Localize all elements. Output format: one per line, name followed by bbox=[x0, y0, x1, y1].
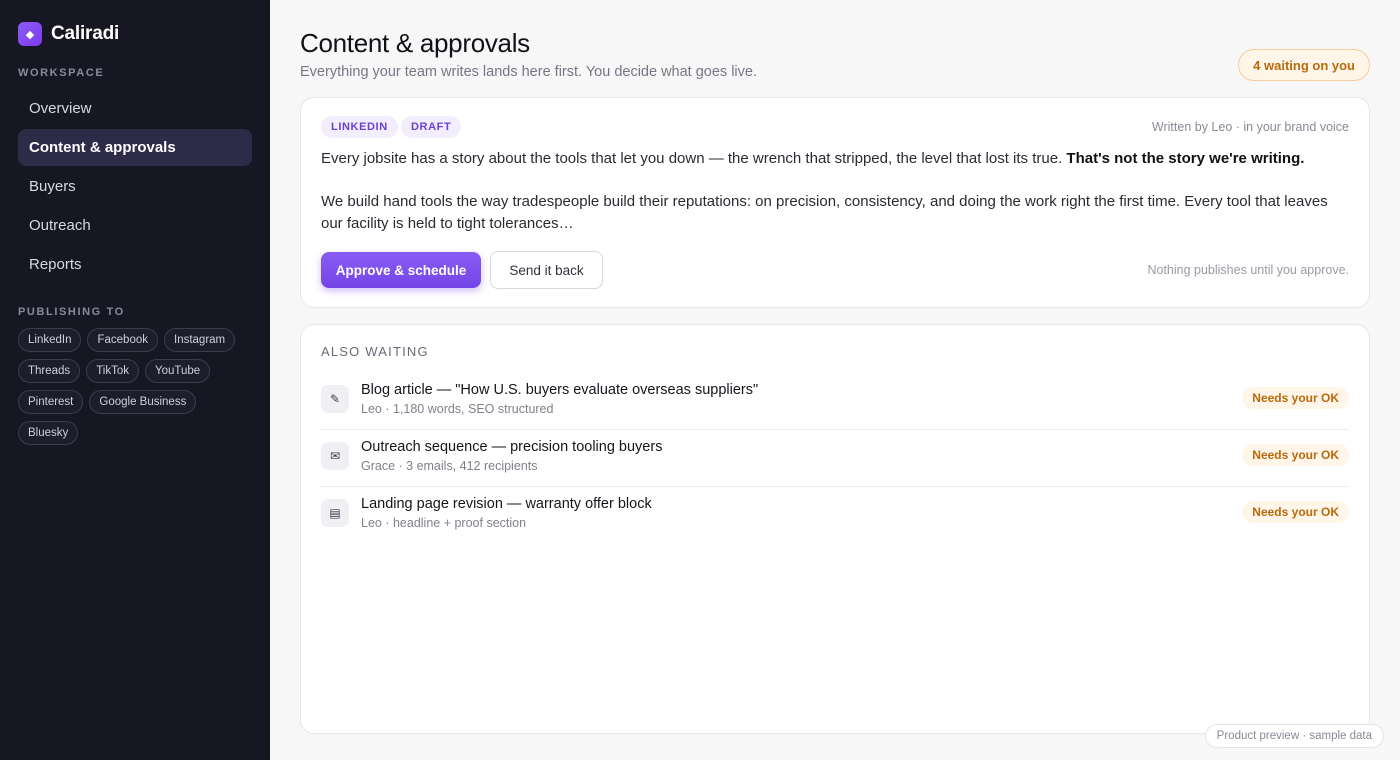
channel-chip-pinterest[interactable]: Pinterest bbox=[18, 390, 84, 414]
sidebar-nav: Overview Content & approvals Buyers Outr… bbox=[18, 90, 252, 285]
app-name: Caliradi bbox=[51, 23, 120, 44]
brand[interactable]: ◆ Caliradi bbox=[18, 22, 119, 46]
status-badge: Needs your OK bbox=[1242, 501, 1349, 523]
item-title: Landing page revision — warranty offer b… bbox=[361, 496, 652, 512]
sidebar: ◆ Caliradi WORKSPACE Overview Content & … bbox=[0, 0, 270, 760]
list-item[interactable]: ✉ Outreach sequence — precision tooling … bbox=[321, 430, 1349, 487]
item-meta: Leo · 1,180 words, SEO structured bbox=[361, 402, 554, 416]
approval-note: Nothing publishes until you approve. bbox=[1147, 263, 1349, 277]
item-meta: Leo · headline + proof section bbox=[361, 516, 527, 530]
channel-chip-youtube[interactable]: YouTube bbox=[145, 359, 211, 383]
page-subtitle: Everything your team writes lands here f… bbox=[300, 64, 757, 80]
channel-chip-instagram[interactable]: Instagram bbox=[164, 328, 236, 352]
preview-badge: Product preview · sample data bbox=[1204, 724, 1384, 748]
pencil-icon: ✎ bbox=[321, 385, 349, 413]
status-badge: Needs your OK bbox=[1242, 444, 1349, 466]
channel-chip-bluesky[interactable]: Bluesky bbox=[18, 421, 79, 445]
channel-tag: LINKEDIN bbox=[321, 116, 398, 138]
list-item[interactable]: ✎ Blog article — "How U.S. buyers evalua… bbox=[321, 373, 1349, 430]
list-item[interactable]: ▤ Landing page revision — warranty offer… bbox=[321, 487, 1349, 544]
post-body: Every jobsite has a story about the tool… bbox=[321, 148, 1341, 256]
channel-chip-facebook[interactable]: Facebook bbox=[87, 328, 158, 352]
post-paragraph-2: We build hand tools the way tradespeople… bbox=[321, 193, 1328, 232]
envelope-icon: ✉ bbox=[321, 442, 349, 470]
channel-chip-google-business[interactable]: Google Business bbox=[89, 390, 197, 414]
main-post-card: LINKEDIN DRAFT Written by Leo · in your … bbox=[300, 97, 1370, 308]
sidebar-item-buyers[interactable]: Buyers bbox=[18, 168, 252, 205]
workspace-label: WORKSPACE bbox=[18, 67, 105, 79]
page-title: Content & approvals bbox=[300, 28, 530, 58]
sidebar-item-reports[interactable]: Reports bbox=[18, 246, 252, 283]
channel-list: LinkedIn Facebook Instagram Threads TikT… bbox=[18, 328, 252, 445]
sidebar-item-overview[interactable]: Overview bbox=[18, 90, 252, 127]
waiting-list: ✎ Blog article — "How U.S. buyers evalua… bbox=[321, 373, 1349, 544]
sidebar-item-content-approvals[interactable]: Content & approvals bbox=[18, 129, 252, 166]
also-waiting-card: ALSO WAITING ✎ Blog article — "How U.S. … bbox=[300, 324, 1370, 734]
channel-chip-linkedin[interactable]: LinkedIn bbox=[18, 328, 82, 352]
logo-icon: ◆ bbox=[18, 22, 42, 46]
status-badge: Needs your OK bbox=[1242, 387, 1349, 409]
send-back-button[interactable]: Send it back bbox=[490, 251, 603, 289]
publishing-label: PUBLISHING TO bbox=[18, 306, 125, 318]
item-title: Blog article — "How U.S. buyers evaluate… bbox=[361, 382, 759, 398]
author-line: Written by Leo · in your brand voice bbox=[1151, 120, 1349, 134]
post-paragraph-1-bold: That's not the story we're writing. bbox=[1066, 150, 1305, 167]
waiting-count-badge: 4 waiting on you bbox=[1238, 49, 1370, 81]
item-title: Outreach sequence — precision tooling bu… bbox=[361, 439, 663, 455]
sidebar-item-outreach[interactable]: Outreach bbox=[18, 207, 252, 244]
channel-chip-tiktok[interactable]: TikTok bbox=[86, 359, 139, 383]
post-paragraph-1: Every jobsite has a story about the tool… bbox=[321, 150, 1063, 167]
main-content: Content & approvals Everything your team… bbox=[270, 0, 1400, 760]
item-meta: Grace · 3 emails, 412 recipients bbox=[361, 459, 538, 473]
channel-chip-threads[interactable]: Threads bbox=[18, 359, 81, 383]
page-icon: ▤ bbox=[321, 499, 349, 527]
approve-schedule-button[interactable]: Approve & schedule bbox=[321, 252, 481, 288]
status-tag: DRAFT bbox=[401, 116, 462, 138]
also-waiting-label: ALSO WAITING bbox=[321, 344, 429, 359]
